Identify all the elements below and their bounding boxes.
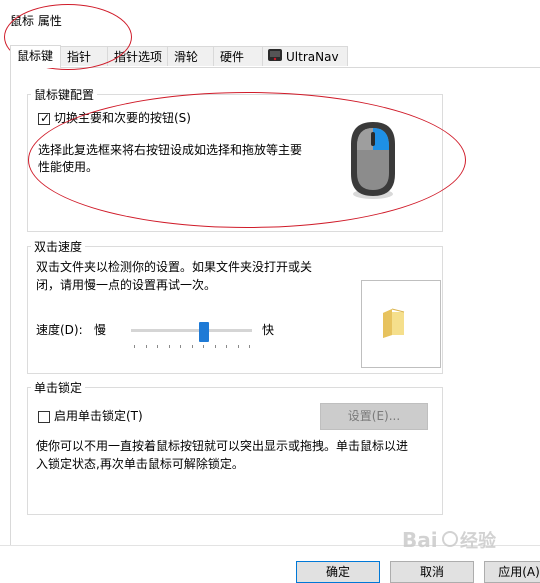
button-config-legend: 鼠标键配置	[31, 86, 98, 103]
click-lock-legend: 单击锁定	[31, 379, 86, 396]
tab-wheel[interactable]: 滑轮	[167, 46, 214, 66]
tab-ultranav-label: UltraNav	[286, 50, 339, 64]
mouse-icon	[345, 118, 401, 204]
watermark-logo: Bai 经验	[402, 523, 522, 555]
window-title: 鼠标 属性	[10, 14, 62, 28]
speed-tick	[237, 345, 239, 348]
tab-pointer-options[interactable]: 指针选项	[107, 46, 168, 66]
speed-slider-thumb[interactable]	[198, 322, 209, 342]
double-click-legend: 双击速度	[31, 238, 86, 255]
speed-fast-label: 快	[262, 323, 275, 337]
speed-tick	[180, 345, 181, 348]
click-lock-label[interactable]: 启用单击锁定(T)	[54, 407, 143, 426]
double-click-description-1: 双击文件夹以检测你的设置。如果文件夹没打开或关	[36, 260, 313, 274]
tab-buttons[interactable]: 鼠标键	[10, 45, 61, 68]
speed-label: 速度(D):	[36, 323, 83, 337]
svg-text:Bai: Bai	[402, 528, 438, 552]
ok-button[interactable]: 确定	[296, 561, 380, 583]
click-lock-settings-button[interactable]: 设置(E)...	[320, 403, 428, 430]
speed-tick	[191, 345, 193, 348]
tab-hardware[interactable]: 硬件	[213, 46, 263, 66]
tab-pointers[interactable]: 指针	[60, 46, 108, 66]
speed-slider-track[interactable]	[131, 329, 252, 332]
speed-tick	[145, 345, 147, 348]
check-mark-icon: ✓	[40, 111, 51, 125]
ultranav-icon	[267, 48, 283, 68]
speed-slow-label: 慢	[94, 323, 107, 337]
speed-tick	[157, 345, 158, 348]
click-lock-description-2: 入锁定状态,再次单击鼠标可解除锁定。	[36, 457, 244, 471]
switch-buttons-checkbox[interactable]: ✓	[38, 111, 51, 125]
speed-tick	[168, 345, 170, 348]
button-config-description-2: 性能使用。	[38, 160, 99, 174]
speed-tick	[226, 345, 227, 348]
tab-ultranav[interactable]: UltraNav	[262, 46, 348, 66]
click-lock-description-1: 使你可以不用一直按着鼠标按钮就可以突出显示或拖拽。单击鼠标以进	[36, 439, 409, 453]
switch-buttons-label[interactable]: 切换主要和次要的按钮(S)	[54, 109, 191, 128]
double-click-description-2: 闭，请用慢一点的设置再试一次。	[36, 278, 217, 292]
cancel-button[interactable]: 取消	[390, 561, 474, 583]
speed-tick	[134, 345, 135, 348]
svg-text:经验: 经验	[460, 530, 497, 552]
speed-tick	[214, 345, 216, 348]
double-click-test-area[interactable]	[361, 280, 441, 368]
apply-button[interactable]: 应用(A)	[484, 561, 540, 583]
tab-bar: 鼠标键 指针 指针选项 滑轮 硬件 UltraNav	[0, 45, 540, 68]
click-lock-checkbox[interactable]	[38, 411, 50, 423]
speed-tick	[249, 345, 250, 348]
folder-icon[interactable]	[380, 307, 406, 342]
speed-tick	[203, 345, 204, 348]
